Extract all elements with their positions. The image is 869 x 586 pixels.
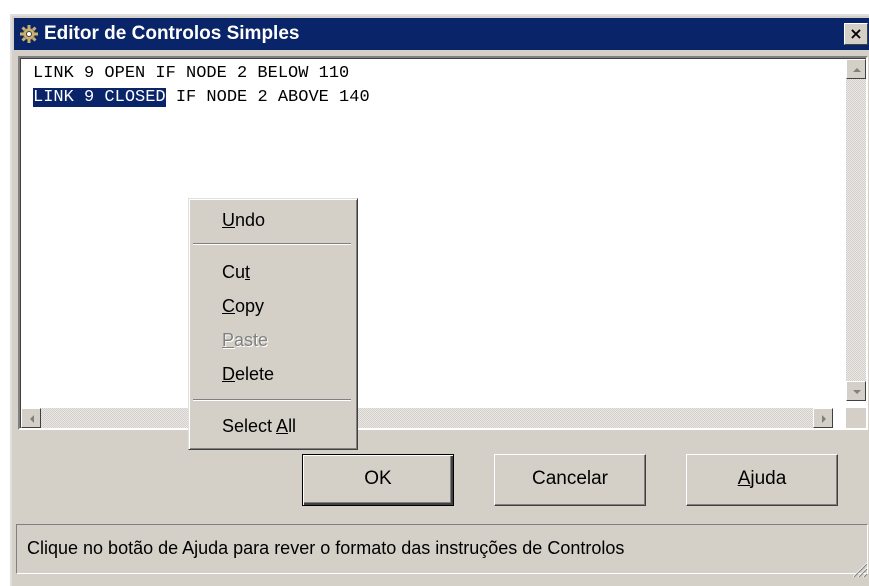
help-button[interactable]: Ajuda — [686, 454, 838, 506]
resize-grip-icon[interactable] — [850, 560, 868, 578]
code-line-2-selected: LINK 9 CLOSED — [33, 88, 166, 107]
title-bar[interactable]: Editor de Controlos Simples × — [14, 18, 869, 50]
code-line-1-text: LINK 9 OPEN IF NODE 2 BELOW 110 — [33, 64, 350, 83]
menu-item-paste: Paste — [222, 330, 269, 350]
vertical-scrollbar[interactable] — [846, 59, 866, 401]
scrollbar-corner — [846, 408, 866, 428]
scroll-right-button[interactable] — [813, 408, 833, 428]
ok-button[interactable]: OK — [302, 454, 454, 506]
menu-item-undo[interactable]: Undo — [192, 205, 354, 235]
close-button[interactable]: × — [844, 23, 868, 45]
editor-frame: LINK 9 OPEN IF NODE 2 BELOW 110 LINK 9 C… — [20, 58, 866, 428]
horizontal-scrollbar[interactable] — [21, 408, 833, 428]
menu-item-select-all[interactable]: Select All — [192, 411, 354, 441]
status-bar: Clique no botão de Ajuda para rever o fo… — [16, 524, 868, 574]
menu-item-delete[interactable]: Delete — [192, 359, 354, 389]
arrow-up-icon — [853, 68, 861, 72]
window-title: Editor de Controlos Simples — [44, 23, 300, 44]
gear-icon — [20, 25, 38, 43]
code-line-2[interactable]: LINK 9 CLOSED IF NODE 2 ABOVE 140 — [33, 87, 370, 109]
scroll-up-button[interactable] — [846, 59, 866, 79]
close-icon: × — [849, 24, 863, 43]
arrow-right-icon — [822, 415, 826, 423]
menu-item-copy[interactable]: Copy — [192, 291, 354, 321]
menu-separator — [193, 399, 351, 401]
scroll-down-button[interactable] — [846, 381, 866, 401]
editor-text-area[interactable]: LINK 9 OPEN IF NODE 2 BELOW 110 LINK 9 C… — [21, 59, 833, 397]
context-menu: Undo Cut Copy Paste Delete Select All — [188, 198, 358, 450]
arrow-left-icon — [30, 415, 34, 423]
code-line-1[interactable]: LINK 9 OPEN IF NODE 2 BELOW 110 — [33, 63, 349, 85]
menu-item-cut[interactable]: Cut — [192, 257, 354, 287]
menu-separator — [193, 243, 351, 245]
scroll-left-button[interactable] — [21, 408, 41, 428]
status-text: Clique no botão de Ajuda para rever o fo… — [27, 538, 625, 558]
dialog-window: Editor de Controlos Simples × LINK 9 OPE… — [10, 14, 869, 586]
controls-editor[interactable]: LINK 9 OPEN IF NODE 2 BELOW 110 LINK 9 C… — [18, 56, 868, 450]
arrow-down-icon — [853, 390, 861, 394]
cancel-button[interactable]: Cancelar — [494, 454, 646, 506]
code-line-2-text: IF NODE 2 ABOVE 140 — [165, 88, 370, 107]
